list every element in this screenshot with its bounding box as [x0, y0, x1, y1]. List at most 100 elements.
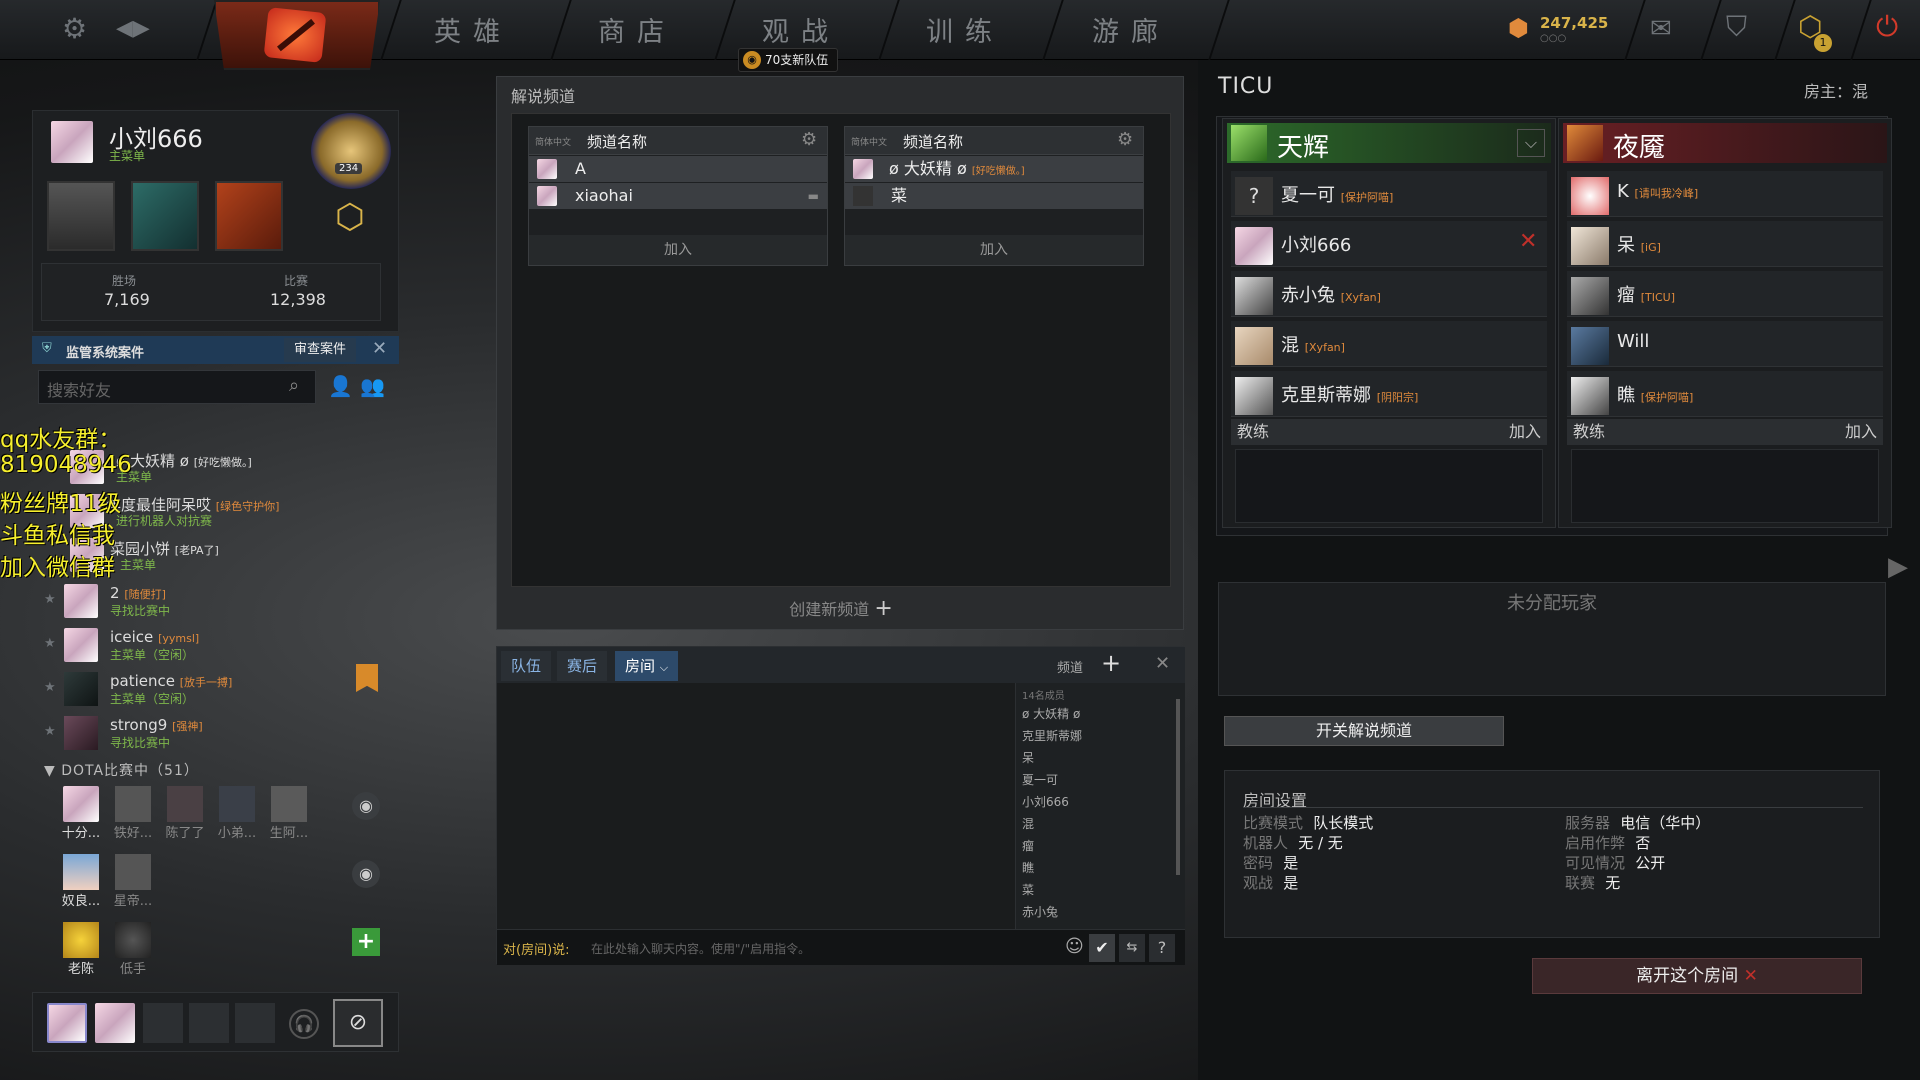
tab-team[interactable]: 队伍	[501, 651, 552, 681]
party-member-avatar[interactable]	[47, 1003, 87, 1043]
in-game-friend[interactable]: 十分...	[58, 786, 104, 841]
close-icon[interactable]: ✕	[372, 338, 387, 359]
friend-search-input[interactable]: 搜索好友 ⌕	[38, 370, 316, 404]
chat-member[interactable]: 呆	[1022, 749, 1034, 766]
chat-member[interactable]: 夏一可	[1022, 771, 1058, 788]
chevron-down-icon[interactable]: ⌵	[1517, 129, 1545, 157]
player-slot[interactable]: K [请叫我冷峰]	[1567, 171, 1883, 217]
star-icon[interactable]: ★	[44, 724, 56, 739]
player-slot[interactable]: 呆 [iG]	[1567, 221, 1883, 267]
team-badge[interactable]: ◉ 70支新队伍	[738, 48, 838, 72]
voice-headset-icon[interactable]: 🎧	[289, 1009, 319, 1039]
tab-postgame[interactable]: 赛后	[557, 651, 608, 681]
star-icon[interactable]: ★	[44, 592, 56, 607]
channels-label[interactable]: 频道	[1057, 657, 1083, 676]
search-icon[interactable]: ⌕	[289, 375, 299, 396]
favorite-hero-1[interactable]	[131, 181, 199, 251]
armory-icon[interactable]: ⛉	[1726, 10, 1747, 44]
player-slot[interactable]: 瞧 [保护阿喵]	[1567, 371, 1883, 417]
watch-game-icon[interactable]: ◉	[352, 860, 380, 888]
watch-game-icon[interactable]: ◉	[352, 792, 380, 820]
channel-settings-icon[interactable]: ⚙	[1117, 129, 1133, 150]
chat-messages-area[interactable]	[497, 683, 1015, 929]
star-icon[interactable]: ★	[44, 636, 56, 651]
dota-logo-button[interactable]	[214, 0, 380, 70]
in-game-friend[interactable]: 奴良...	[58, 854, 104, 909]
leave-room-button[interactable]: 离开这个房间 ✕	[1532, 958, 1862, 994]
friend-row[interactable]: ★ strong9 [强神] 寻找比赛中	[40, 714, 380, 754]
create-channel-button[interactable]: 创建新频道 +	[497, 587, 1185, 631]
expand-arrow-icon[interactable]: ▶	[1888, 552, 1908, 582]
chat-member[interactable]: 瞧	[1022, 859, 1034, 876]
friend-row[interactable]: ★ 2 [随便打] 寻找比赛中	[40, 582, 380, 622]
join-coach-button[interactable]: 加入	[1509, 419, 1541, 445]
nav-watch[interactable]: 观战	[762, 10, 840, 49]
courier-portrait[interactable]	[47, 181, 115, 251]
in-game-friend[interactable]: 老陈	[58, 922, 104, 977]
join-channel-button[interactable]: 加入	[845, 235, 1143, 265]
star-icon[interactable]: ★	[44, 680, 56, 695]
party-member-avatar[interactable]	[95, 1003, 135, 1043]
check-icon[interactable]: ✔	[1089, 934, 1115, 962]
toggle-broadcast-button[interactable]: 开关解说频道	[1224, 716, 1504, 746]
tab-room[interactable]: 房间 ⌵	[615, 651, 679, 681]
nav-arcade[interactable]: 游廊	[1092, 10, 1170, 49]
player-slot[interactable]: 克里斯蒂娜 [阴阳宗]	[1231, 371, 1547, 417]
review-case-button[interactable]: 审查案件	[284, 338, 357, 362]
in-game-header[interactable]: ▼ DOTA比赛中（51）	[44, 760, 199, 780]
nav-store[interactable]: 商店	[598, 10, 676, 49]
add-channel-icon[interactable]: +	[1101, 649, 1121, 677]
settings-gear-icon[interactable]: ⚙	[62, 12, 87, 45]
in-game-friend[interactable]: 铁好...	[110, 786, 156, 841]
channel-member[interactable]: xiaohai ▬	[529, 183, 827, 209]
coach-slot[interactable]	[1571, 449, 1879, 523]
chat-input[interactable]: 对(房间)说: 在此处输入聊天内容。使用"/"启用指令。 ☺ ✔ ⇆ ?	[497, 929, 1185, 965]
close-icon[interactable]: ✕	[1155, 653, 1170, 674]
player-slot[interactable]: 赤小兔 [Xyfan]	[1231, 271, 1547, 317]
in-game-friend[interactable]: 星帝...	[110, 854, 156, 909]
mail-icon[interactable]: ✉	[1650, 14, 1672, 44]
in-game-friend[interactable]: 小弟...	[214, 786, 260, 841]
in-game-friend[interactable]: 陈了了	[162, 786, 208, 841]
kick-icon[interactable]: ✕	[1519, 229, 1537, 254]
chat-member[interactable]: 小刘666	[1022, 793, 1069, 810]
chat-member[interactable]: 菜	[1022, 881, 1034, 898]
help-icon[interactable]: ?	[1149, 934, 1175, 962]
back-forward-icon[interactable]: ◀▶	[116, 16, 150, 41]
chat-member[interactable]: 瘤	[1022, 837, 1034, 854]
player-slot[interactable]: 瘤 [TICU]	[1567, 271, 1883, 317]
join-channel-button[interactable]: 加入	[529, 235, 827, 265]
rank-medal-icon[interactable]	[311, 113, 391, 189]
channel-name[interactable]: 频道名称	[587, 131, 647, 152]
friend-row[interactable]: ★ patience [放手一搏] 主菜单（空闲）	[40, 670, 380, 710]
translate-icon[interactable]: ⇆	[1119, 934, 1145, 962]
channel-settings-icon[interactable]: ⚙	[801, 129, 817, 150]
nav-learn[interactable]: 训练	[926, 10, 1004, 49]
player-slot[interactable]: 混 [Xyfan]	[1231, 321, 1547, 367]
add-icon[interactable]: +	[352, 928, 380, 956]
player-slot[interactable]: 小刘666 ✕	[1231, 221, 1547, 267]
in-game-friend[interactable]: 生阿...	[266, 786, 312, 841]
channel-member[interactable]: A	[529, 156, 827, 182]
player-slot[interactable]: ? 夏一可 [保护阿喵]	[1231, 171, 1547, 217]
chat-member[interactable]: ø 大妖精 ø	[1022, 705, 1080, 722]
empty-party-slot[interactable]	[143, 1003, 183, 1043]
in-game-friend[interactable]: 低手	[110, 922, 156, 977]
player-slot[interactable]: Will	[1567, 321, 1883, 367]
chat-member[interactable]: 克里斯蒂娜	[1022, 727, 1082, 744]
emoji-icon[interactable]: ☺	[1065, 936, 1084, 957]
chat-member[interactable]: 混	[1022, 815, 1034, 832]
join-coach-button[interactable]: 加入	[1845, 419, 1877, 445]
chat-member[interactable]: 赤小兔	[1022, 903, 1058, 920]
coach-slot[interactable]	[1235, 449, 1543, 523]
channel-name[interactable]: 频道名称	[903, 131, 963, 152]
group-icon[interactable]: 👥	[360, 374, 385, 398]
add-friend-icon[interactable]: 👤	[328, 374, 353, 398]
add-hero-icon[interactable]: ⬡	[335, 197, 365, 237]
scrollbar[interactable]	[1176, 699, 1180, 875]
power-icon[interactable]: ⏻	[1876, 10, 1898, 44]
empty-party-slot[interactable]	[235, 1003, 275, 1043]
nav-heroes[interactable]: 英雄	[434, 10, 512, 49]
party-leave-icon[interactable]: ⊘	[333, 999, 383, 1047]
channel-member[interactable]: ø 大妖精 ø [好吃懒做。]	[845, 156, 1143, 182]
